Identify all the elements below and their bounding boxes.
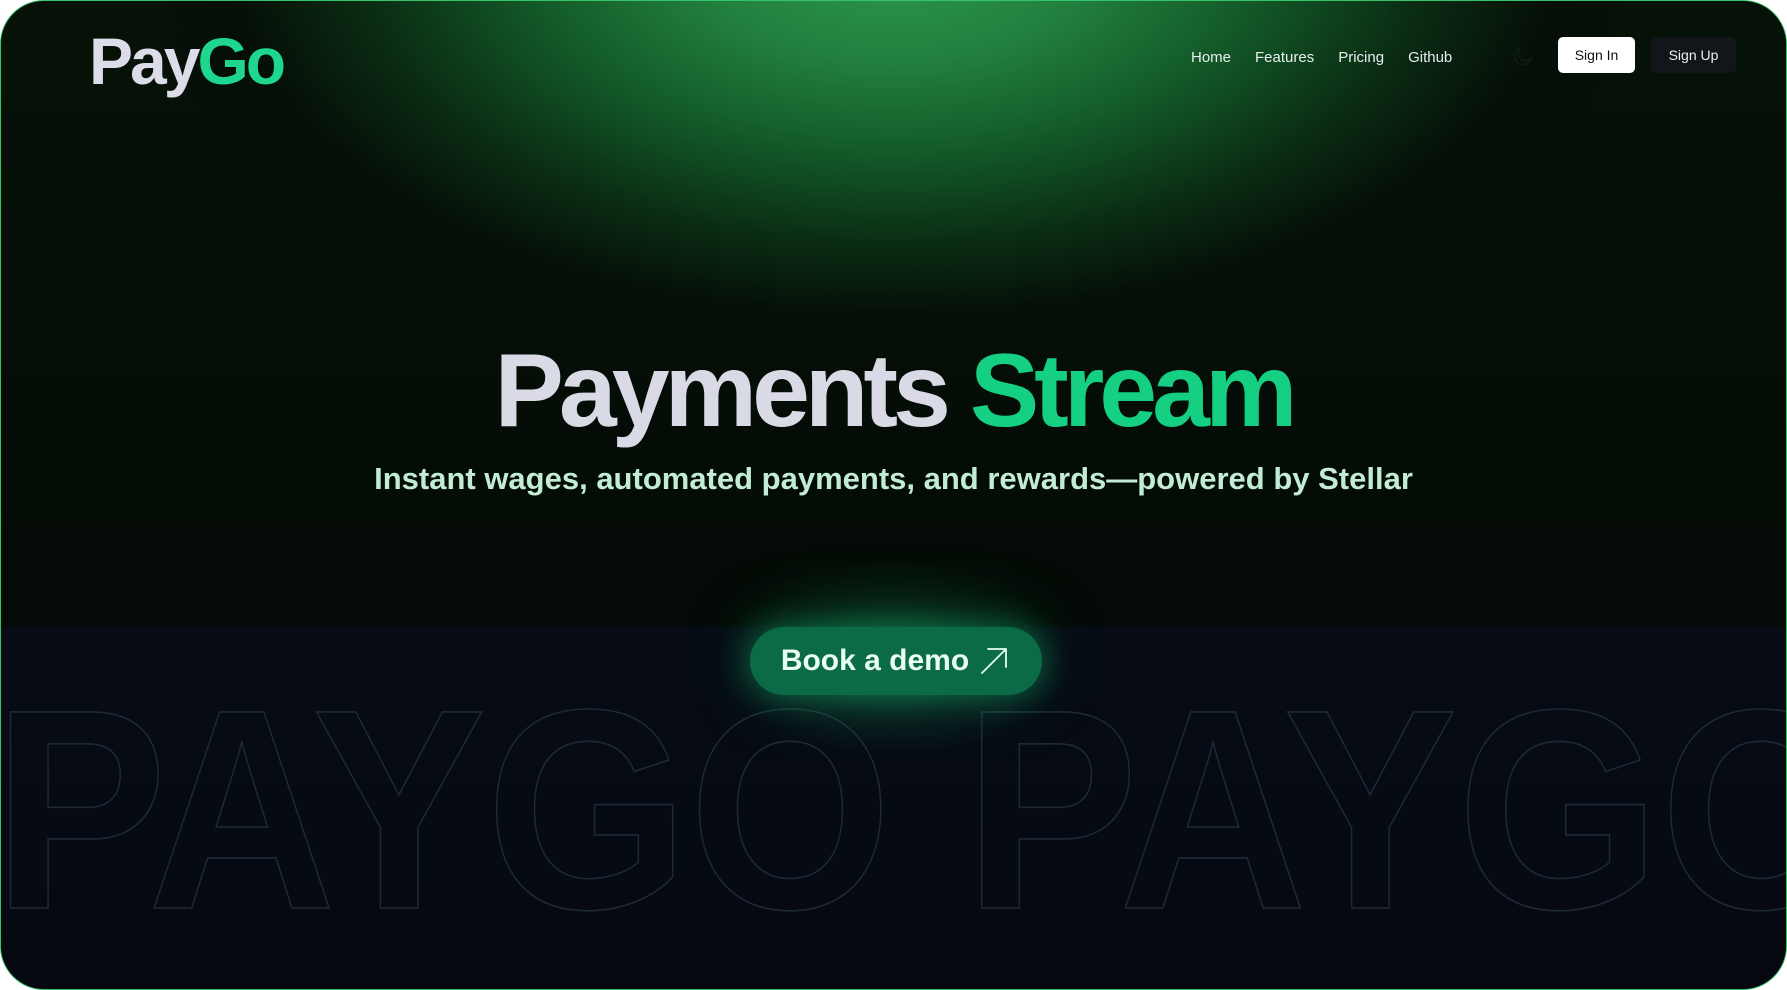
logo-part-pay: Pay [89,24,200,98]
sign-in-button[interactable]: Sign In [1558,37,1635,73]
book-demo-label: Book a demo [780,644,970,677]
hero-title-payments: Payments [494,333,951,449]
hero-subtitle: Instant wages, automated payments, and r… [374,461,1413,496]
logo-part-go: Go [197,24,286,98]
nav-pricing[interactable]: Pricing [1338,47,1384,69]
hero-title-stream: Stream [969,333,1298,449]
sign-up-button[interactable]: Sign Up [1651,37,1736,73]
brand-logo[interactable]: PayGo [89,21,286,101]
arrow-up-right-icon [981,648,1008,674]
book-demo-button[interactable]: Book a demo [750,627,1042,695]
hero-title: Payments Stream [1,331,1786,451]
nav-features[interactable]: Features [1255,47,1314,69]
watermark-text: PAYGO PAYGO [1,651,1786,969]
main-nav: Home Features Pricing Github [1191,47,1476,69]
app-frame: PAYGO PAYGO PayGo Home Features Pricing … [0,0,1787,990]
nav-github[interactable]: Github [1408,47,1452,69]
nav-home[interactable]: Home [1191,47,1231,69]
moon-icon[interactable] [1511,44,1535,68]
